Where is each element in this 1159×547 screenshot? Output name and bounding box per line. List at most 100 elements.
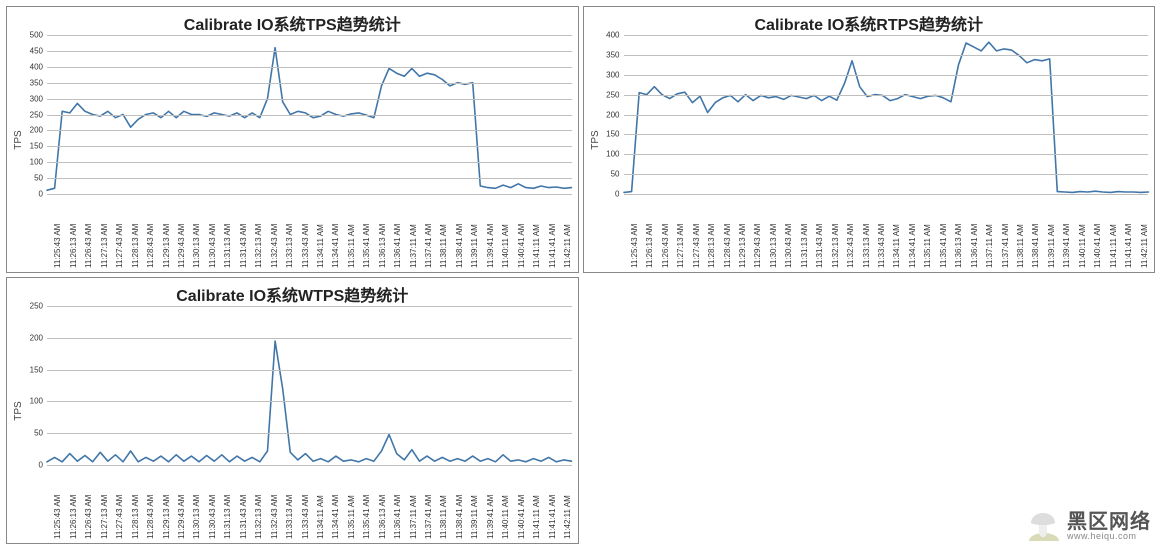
- x-tick: 11:41:11 AM: [532, 198, 541, 268]
- y-tick: 150: [21, 142, 43, 151]
- x-tick: 11:29:43 AM: [177, 198, 186, 268]
- y-tick: 200: [598, 110, 620, 119]
- grid-line: [47, 178, 572, 179]
- x-tick: 11:41:41 AM: [548, 198, 557, 268]
- grid-line: [47, 401, 572, 402]
- y-tick: 400: [21, 62, 43, 71]
- x-tick: 11:34:11 AM: [316, 469, 325, 539]
- grid-line: [47, 99, 572, 100]
- x-tick: 11:33:13 AM: [285, 198, 294, 268]
- x-tick: 11:36:13 AM: [954, 198, 963, 268]
- chart-rtps: Calibrate IO系统RTPS趋势统计 TPS 0501001502002…: [583, 6, 1156, 273]
- series-line: [47, 48, 572, 191]
- grid-line: [47, 338, 572, 339]
- x-tick: 11:27:43 AM: [115, 198, 124, 268]
- grid-line: [624, 134, 1149, 135]
- y-tick: 250: [21, 110, 43, 119]
- grid-line: [47, 194, 572, 195]
- y-tick: 200: [21, 126, 43, 135]
- x-tick: 11:35:41 AM: [939, 198, 948, 268]
- x-tick: 11:35:11 AM: [347, 469, 356, 539]
- y-tick: 350: [21, 78, 43, 87]
- y-tick: 250: [21, 302, 43, 311]
- grid-line: [47, 130, 572, 131]
- x-tick: 11:42:11 AM: [563, 198, 572, 268]
- x-tick: 11:31:43 AM: [239, 198, 248, 268]
- x-tick: 11:32:43 AM: [270, 469, 279, 539]
- y-tick: 350: [598, 50, 620, 59]
- x-tick: 11:29:13 AM: [738, 198, 747, 268]
- chart-grid: Calibrate IO系统TPS趋势统计 TPS 05010015020025…: [6, 6, 1155, 544]
- y-tick: 150: [598, 130, 620, 139]
- x-tick: 11:35:11 AM: [923, 198, 932, 268]
- grid-line: [624, 174, 1149, 175]
- x-tick: 11:36:13 AM: [378, 198, 387, 268]
- x-tick: 11:33:43 AM: [877, 198, 886, 268]
- x-tick: 11:27:43 AM: [692, 198, 701, 268]
- x-tick: 11:38:11 AM: [439, 198, 448, 268]
- y-tick: 100: [21, 158, 43, 167]
- x-tick: 11:33:43 AM: [301, 198, 310, 268]
- x-tick: 11:36:41 AM: [393, 469, 402, 539]
- x-tick: 11:41:41 AM: [1124, 198, 1133, 268]
- x-tick: 11:40:11 AM: [1078, 198, 1087, 268]
- x-tick: 11:31:13 AM: [223, 198, 232, 268]
- x-tick: 11:30:13 AM: [769, 198, 778, 268]
- grid-line: [47, 465, 572, 466]
- x-tick: 11:40:41 AM: [1093, 198, 1102, 268]
- grid-line: [624, 115, 1149, 116]
- x-tick: 11:27:13 AM: [100, 469, 109, 539]
- x-tick: 11:25:43 AM: [53, 198, 62, 268]
- grid-line: [624, 154, 1149, 155]
- y-tick: 300: [21, 94, 43, 103]
- plot-area: [47, 306, 572, 465]
- x-tick: 11:37:11 AM: [409, 469, 418, 539]
- x-tick: 11:28:13 AM: [131, 198, 140, 268]
- x-tick: 11:25:43 AM: [630, 198, 639, 268]
- y-tick: 500: [21, 31, 43, 40]
- grid-line: [47, 433, 572, 434]
- x-tick: 11:39:41 AM: [1062, 198, 1071, 268]
- x-tick: 11:40:11 AM: [501, 469, 510, 539]
- x-tick: 11:26:13 AM: [69, 198, 78, 268]
- grid-line: [47, 83, 572, 84]
- x-tick: 11:33:13 AM: [862, 198, 871, 268]
- x-tick: 11:32:13 AM: [831, 198, 840, 268]
- x-tick: 11:40:11 AM: [501, 198, 510, 268]
- x-tick: 11:26:43 AM: [661, 198, 670, 268]
- y-tick: 200: [21, 333, 43, 342]
- chart-title: Calibrate IO系统WTPS趋势统计: [7, 278, 578, 306]
- x-tick: 11:38:11 AM: [439, 469, 448, 539]
- x-tick: 11:40:41 AM: [517, 198, 526, 268]
- x-tick: 11:34:11 AM: [316, 198, 325, 268]
- x-tick: 11:27:43 AM: [115, 469, 124, 539]
- x-tick: 11:31:43 AM: [815, 198, 824, 268]
- grid-line: [47, 35, 572, 36]
- x-tick: 11:34:41 AM: [331, 469, 340, 539]
- grid-line: [47, 51, 572, 52]
- x-tick: 11:29:43 AM: [753, 198, 762, 268]
- x-tick: 11:37:11 AM: [985, 198, 994, 268]
- x-tick: 11:39:41 AM: [486, 198, 495, 268]
- x-tick: 11:36:41 AM: [393, 198, 402, 268]
- x-tick: 11:42:11 AM: [1140, 198, 1149, 268]
- grid-line: [47, 115, 572, 116]
- x-tick: 11:35:11 AM: [347, 198, 356, 268]
- x-tick: 11:39:11 AM: [1047, 198, 1056, 268]
- x-tick: 11:30:43 AM: [208, 198, 217, 268]
- x-tick: 11:26:13 AM: [645, 198, 654, 268]
- x-tick: 11:39:11 AM: [470, 469, 479, 539]
- x-tick: 11:29:43 AM: [177, 469, 186, 539]
- x-tick: 11:31:43 AM: [239, 469, 248, 539]
- grid-line: [624, 55, 1149, 56]
- x-tick: 11:27:13 AM: [676, 198, 685, 268]
- x-tick-labels: 11:25:13 AM11:25:43 AM11:26:13 AM11:26:4…: [47, 469, 572, 539]
- x-tick: 11:38:41 AM: [1031, 198, 1040, 268]
- x-tick: 11:26:13 AM: [69, 469, 78, 539]
- grid-line: [47, 306, 572, 307]
- plot-area: [47, 35, 572, 194]
- chart-tps: Calibrate IO系统TPS趋势统计 TPS 05010015020025…: [6, 6, 579, 273]
- x-tick: 11:41:41 AM: [548, 469, 557, 539]
- x-tick: 11:37:11 AM: [409, 198, 418, 268]
- y-tick: 0: [21, 461, 43, 470]
